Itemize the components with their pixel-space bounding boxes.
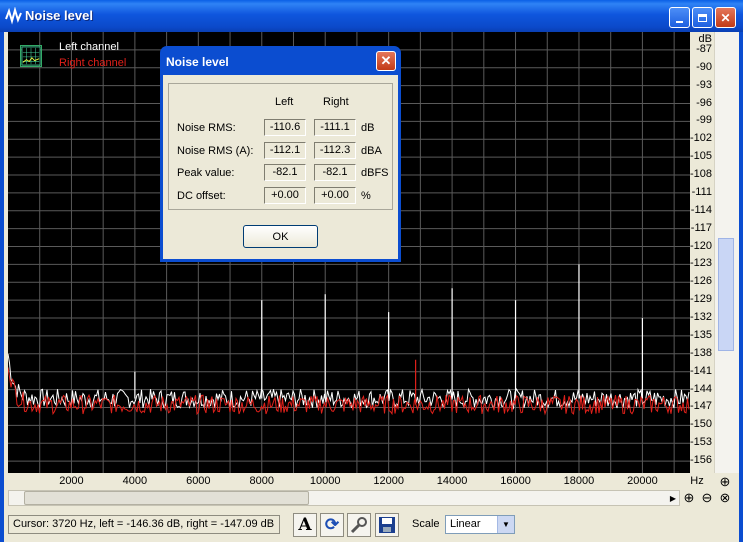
row-label: Noise RMS: bbox=[177, 122, 236, 134]
y-tick-label: -102 bbox=[689, 132, 712, 145]
y-tick-label: -123 bbox=[689, 257, 712, 270]
value-right: +0.00 bbox=[314, 187, 356, 204]
ok-button[interactable]: OK bbox=[243, 225, 318, 248]
y-tick-label: -105 bbox=[689, 150, 712, 163]
horizontal-scroll-thumb[interactable] bbox=[24, 491, 309, 505]
font-button[interactable]: A bbox=[293, 513, 317, 537]
close-icon: ✕ bbox=[720, 10, 731, 25]
zoom-out-x-icon[interactable]: ⊖ bbox=[699, 490, 715, 506]
dialog-title: Noise level bbox=[166, 55, 229, 69]
waveform-icon bbox=[5, 7, 22, 25]
x-axis-unit: Hz bbox=[690, 475, 704, 487]
x-tick-label: 8000 bbox=[249, 475, 275, 487]
x-tick-label: 16000 bbox=[500, 475, 531, 487]
dialog-close-button[interactable]: ✕ bbox=[376, 51, 396, 71]
y-tick-label: -153 bbox=[689, 436, 712, 449]
zoom-in-y-icon[interactable]: ⊕ bbox=[717, 474, 733, 490]
close-icon: ✕ bbox=[380, 53, 392, 68]
value-unit: % bbox=[361, 190, 371, 202]
legend-left-channel: Left channel bbox=[59, 41, 119, 53]
y-tick-label: -156 bbox=[689, 454, 712, 467]
close-button[interactable]: ✕ bbox=[715, 7, 736, 28]
y-tick-label: -87 bbox=[696, 42, 712, 55]
value-left: -112.1 bbox=[264, 142, 306, 159]
zoom-fit-x-icon[interactable]: ⊗ bbox=[717, 490, 733, 506]
y-tick-label: -138 bbox=[689, 346, 712, 359]
value-right: -82.1 bbox=[314, 164, 356, 181]
refresh-button[interactable]: ⟳ bbox=[320, 513, 344, 537]
y-tick-label: -132 bbox=[689, 311, 712, 324]
x-tick-label: 18000 bbox=[563, 475, 595, 487]
scroll-right-icon[interactable]: ▶ bbox=[666, 491, 680, 505]
value-unit: dBFS bbox=[361, 167, 389, 179]
y-tick-label: -141 bbox=[689, 364, 712, 377]
y-tick-label: -129 bbox=[689, 293, 712, 306]
y-axis: dB -87 -90 -93 -96 -99 -102 -105 -108 -111 -114 -11… bbox=[690, 32, 714, 473]
wrench-icon bbox=[350, 517, 367, 534]
x-tick-label: 10000 bbox=[309, 475, 341, 487]
row-label: Peak value: bbox=[177, 167, 235, 179]
y-tick-label: -120 bbox=[689, 239, 712, 252]
x-tick-label: 2000 bbox=[59, 475, 84, 487]
window-frame-right bbox=[739, 32, 743, 542]
row-label: Noise RMS (A): bbox=[177, 145, 254, 157]
value-left: +0.00 bbox=[264, 187, 306, 204]
minimize-icon bbox=[676, 20, 683, 23]
value-right: -112.3 bbox=[314, 142, 356, 159]
y-tick-label: -96 bbox=[696, 96, 712, 109]
title-bar[interactable] bbox=[0, 0, 743, 32]
y-tick-label: -144 bbox=[689, 382, 712, 395]
scale-value: Linear bbox=[450, 518, 481, 530]
window-title: Noise level bbox=[25, 8, 93, 23]
x-tick-label: 4000 bbox=[122, 475, 148, 487]
y-tick-label: -147 bbox=[689, 400, 712, 413]
value-unit: dBA bbox=[361, 145, 382, 157]
window-frame-left bbox=[0, 32, 4, 542]
chevron-down-icon[interactable]: ▼ bbox=[497, 516, 514, 533]
value-right: -111.1 bbox=[314, 119, 356, 136]
y-tick-label: -108 bbox=[689, 168, 712, 181]
scale-label: Scale bbox=[412, 518, 440, 530]
x-tick-label: 12000 bbox=[373, 475, 404, 487]
y-tick-label: -135 bbox=[689, 328, 712, 341]
plot-traces bbox=[8, 264, 690, 416]
column-header-right: Right bbox=[323, 96, 349, 108]
y-tick-label: -99 bbox=[696, 114, 712, 127]
save-icon bbox=[379, 517, 395, 533]
x-axis: 2000 4000 6000 8000 10000 12000 14000 16000 1800… bbox=[8, 473, 714, 489]
x-tick-label: 6000 bbox=[186, 475, 211, 487]
maximize-icon bbox=[698, 13, 707, 22]
x-tick-label: 20000 bbox=[627, 475, 658, 487]
vertical-scroll-thumb[interactable] bbox=[718, 238, 734, 351]
x-tick-label: 14000 bbox=[436, 475, 468, 487]
font-icon: A bbox=[298, 515, 312, 535]
row-label: DC offset: bbox=[177, 190, 226, 202]
value-left: -110.6 bbox=[264, 119, 306, 136]
y-tick-label: -114 bbox=[690, 203, 712, 216]
save-button[interactable] bbox=[375, 513, 399, 537]
y-tick-label: -117 bbox=[690, 221, 712, 234]
value-unit: dB bbox=[361, 122, 375, 134]
y-tick-label: -111 bbox=[691, 185, 712, 198]
maximize-button[interactable] bbox=[692, 7, 713, 28]
y-tick-label: -93 bbox=[696, 78, 712, 91]
zoom-in-x-icon[interactable]: ⊕ bbox=[681, 490, 697, 506]
y-tick-label: -90 bbox=[696, 60, 712, 73]
value-left: -82.1 bbox=[264, 164, 306, 181]
y-tick-label: -150 bbox=[689, 418, 712, 431]
spectrum-icon[interactable] bbox=[20, 45, 42, 67]
refresh-icon: ⟳ bbox=[324, 515, 340, 534]
cursor-readout: Cursor: 3720 Hz, left = -146.36 dB, righ… bbox=[8, 515, 280, 534]
y-tick-label: -126 bbox=[689, 275, 712, 288]
column-header-left: Left bbox=[275, 96, 294, 108]
settings-button[interactable] bbox=[347, 513, 371, 537]
legend-right-channel: Right channel bbox=[59, 57, 127, 69]
minimize-button[interactable] bbox=[669, 7, 690, 28]
